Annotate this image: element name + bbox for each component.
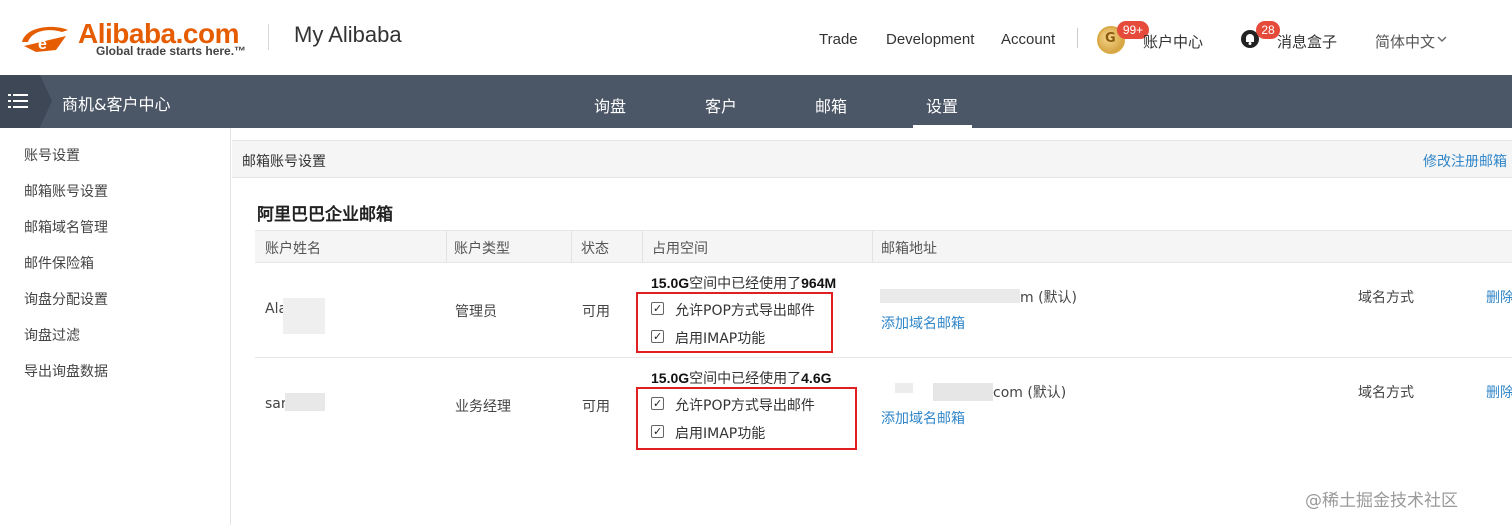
watermark: @稀土掘金技术社区 — [1305, 491, 1458, 511]
email-address: com (默认) — [993, 385, 1067, 401]
imap-checkbox[interactable]: ✓ — [651, 425, 664, 438]
add-domain-mailbox-link[interactable]: 添加域名邮箱 — [881, 408, 965, 428]
account-name: sar — [265, 396, 287, 412]
storage-usage-text: 空间中已经使用了 — [689, 371, 802, 387]
sidebar-item-inquiry-filter[interactable]: 询盘过滤 — [24, 325, 80, 345]
nav-title: 商机&客户中心 — [62, 95, 171, 114]
domain-mode: 域名方式 — [1358, 290, 1414, 306]
check-icon: ✓ — [653, 302, 663, 315]
col-status: 状态 — [581, 241, 609, 257]
site-title[interactable]: My Alibaba — [294, 22, 402, 48]
gold-supplier-g-icon: G — [1105, 31, 1116, 46]
chevron-down-icon[interactable] — [1437, 35, 1447, 43]
col-divider — [446, 231, 447, 263]
svg-text:e: e — [38, 36, 47, 53]
pop-checkbox[interactable]: ✓ — [651, 302, 664, 315]
pop-checkbox[interactable]: ✓ — [651, 397, 664, 410]
menu-list-icon — [8, 94, 28, 108]
check-icon: ✓ — [653, 425, 663, 438]
delete-link[interactable]: 删除 — [1486, 287, 1512, 307]
redacted-name — [285, 393, 325, 411]
storage-quota: 15.0G — [651, 275, 690, 291]
alibaba-logo[interactable]: e Alibaba.com Global trade starts here.™ — [16, 18, 256, 60]
check-icon: ✓ — [653, 330, 663, 343]
storage-usage: 15.0G空间中已经使用了4.6G — [651, 368, 832, 388]
delete-link[interactable]: 删除 — [1486, 382, 1512, 402]
sidebar-item-mailbox-account-settings[interactable]: 邮箱账号设置 — [24, 181, 108, 201]
sidebar-item-account-settings[interactable]: 账号设置 — [24, 145, 80, 165]
email-address: m (默认) — [1020, 290, 1078, 306]
account-type: 管理员 — [455, 304, 497, 320]
sidebar-item-export-inquiry[interactable]: 导出询盘数据 — [24, 361, 108, 381]
check-icon: ✓ — [653, 397, 663, 410]
tab-mailbox[interactable]: 邮箱 — [815, 93, 847, 117]
top-header: e Alibaba.com Global trade starts here.™… — [0, 0, 1512, 75]
sidebar-item-mail-vault[interactable]: 邮件保险箱 — [24, 253, 94, 273]
col-account-name: 账户姓名 — [265, 241, 321, 257]
tab-inquiry[interactable]: 询盘 — [594, 93, 626, 117]
row-divider — [255, 357, 1512, 358]
menu-toggle-arrow — [40, 75, 52, 127]
nav-development[interactable]: Development — [886, 31, 974, 48]
active-tab-indicator — [913, 125, 972, 128]
redacted-name — [283, 298, 325, 334]
redacted-email — [880, 289, 1020, 303]
sidebar-item-inquiry-allocation[interactable]: 询盘分配设置 — [24, 289, 108, 309]
header-divider — [268, 24, 269, 50]
pop-checkbox-label: 允许POP方式导出邮件 — [675, 303, 815, 319]
storage-quota: 15.0G — [651, 370, 690, 386]
sidebar: 账号设置 邮箱账号设置 邮箱域名管理 邮件保险箱 询盘分配设置 询盘过滤 导出询… — [0, 128, 231, 525]
storage-used: 4.6G — [801, 370, 832, 386]
nav-trade[interactable]: Trade — [819, 31, 858, 48]
language-selector[interactable]: 简体中文 — [1375, 31, 1435, 52]
col-divider — [642, 231, 643, 263]
imap-checkbox-label: 启用IMAP功能 — [675, 426, 766, 442]
account-center-link[interactable]: 账户中心 — [1143, 31, 1203, 52]
tab-settings[interactable]: 设置 — [926, 93, 958, 117]
redacted-email — [933, 383, 993, 401]
redacted-email — [895, 383, 913, 393]
domain-mode: 域名方式 — [1358, 385, 1414, 401]
nav-divider — [1077, 28, 1078, 48]
sidebar-item-mail-domain[interactable]: 邮箱域名管理 — [24, 217, 108, 237]
col-account-type: 账户类型 — [454, 241, 510, 257]
pop-checkbox-label: 允许POP方式导出邮件 — [675, 398, 815, 414]
account-type: 业务经理 — [455, 399, 511, 415]
message-box-link[interactable]: 消息盒子 — [1277, 31, 1337, 52]
modify-registered-email-link[interactable]: 修改注册邮箱 — [1423, 151, 1507, 171]
menu-toggle-button[interactable] — [0, 75, 40, 128]
imap-checkbox-label: 启用IMAP功能 — [675, 331, 766, 347]
section-title: 阿里巴巴企业邮箱 — [257, 205, 393, 225]
col-storage: 占用空间 — [652, 241, 708, 257]
imap-checkbox[interactable]: ✓ — [651, 330, 664, 343]
tab-customers[interactable]: 客户 — [705, 93, 737, 117]
account-status: 可用 — [582, 304, 610, 320]
alibaba-logo-mark-icon: e — [22, 26, 68, 53]
main-navbar: 商机&客户中心 询盘 客户 邮箱 设置 — [0, 75, 1512, 128]
add-domain-mailbox-link[interactable]: 添加域名邮箱 — [881, 313, 965, 333]
nav-account[interactable]: Account — [1001, 31, 1055, 48]
table-header: 账户姓名 账户类型 状态 占用空间 邮箱地址 — [255, 230, 1512, 263]
storage-used: 964M — [801, 275, 837, 291]
col-email-address: 邮箱地址 — [881, 241, 937, 257]
storage-usage: 15.0G空间中已经使用了964M — [651, 273, 836, 293]
storage-usage-text: 空间中已经使用了 — [689, 276, 802, 292]
col-divider — [872, 231, 873, 263]
col-divider — [571, 231, 572, 263]
panel-header: 邮箱账号设置 修改注册邮箱 — [232, 140, 1512, 178]
account-status: 可用 — [582, 399, 610, 415]
panel-title: 邮箱账号设置 — [242, 154, 326, 170]
logo-tagline: Global trade starts here.™ — [96, 44, 247, 58]
